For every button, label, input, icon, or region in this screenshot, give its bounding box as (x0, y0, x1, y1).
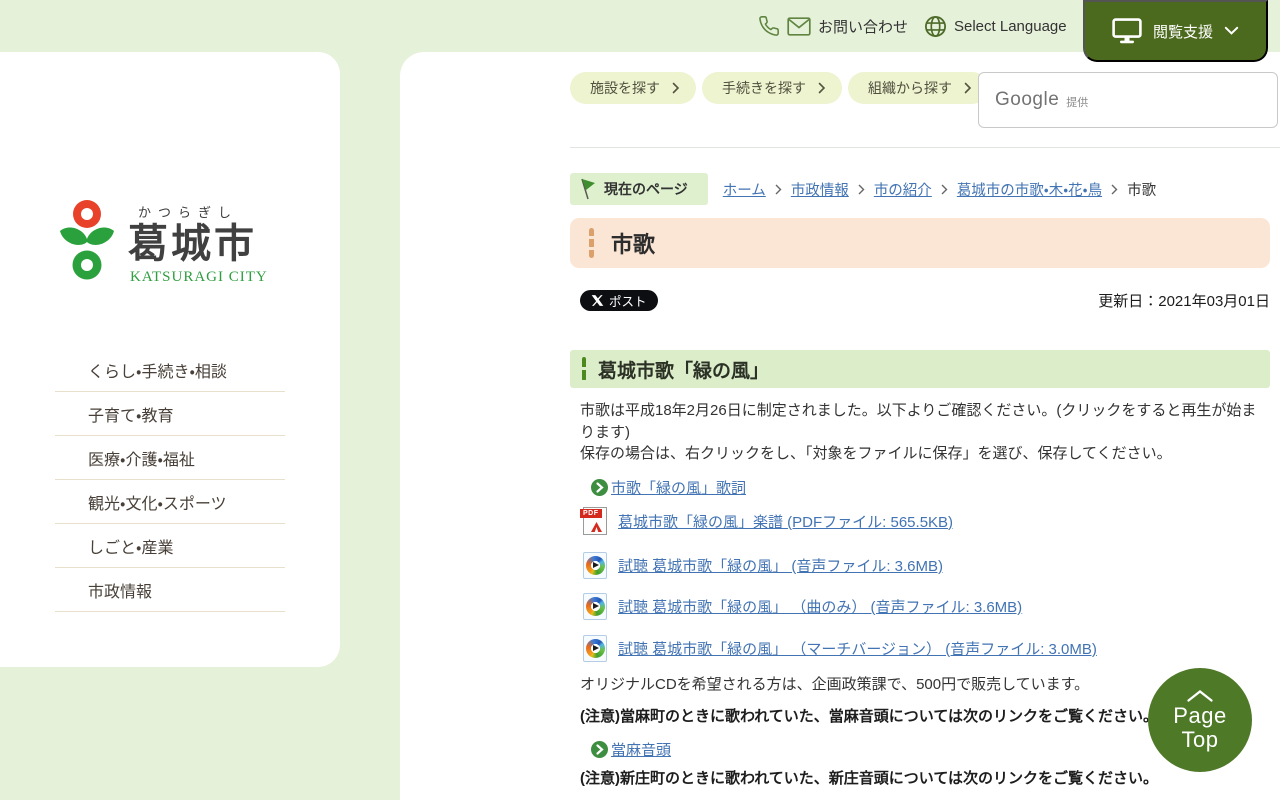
chevron-down-icon (1224, 26, 1239, 35)
arrow-circle-icon (591, 479, 608, 496)
link-audio-full[interactable]: 試聴 葛城市歌「緑の風」 (音声ファイル: 3.6MB) (618, 555, 943, 576)
support-label: 閲覧支援 (1152, 23, 1213, 41)
chevron-up-icon (1187, 690, 1213, 702)
sidebar: かつらぎし 葛城市 KATSURAGI CITY くらし・手続き・相談 子育て・… (0, 52, 340, 667)
page-title: 市歌 (611, 232, 656, 257)
list-item: 試聴 葛城市歌「緑の風」 （曲のみ） (音声ファイル: 3.6MB) (583, 593, 1022, 620)
page-title-bar: 市歌 (570, 218, 1270, 268)
chevron-right-icon (941, 184, 948, 194)
meta-row: ポスト 更新日：2021年03月01日 (580, 289, 1270, 311)
contact-link[interactable]: お問い合わせ (758, 12, 908, 40)
page-top-label-2: Top (1181, 727, 1219, 752)
arrow-circle-icon (591, 741, 608, 758)
quicknav-organization-button[interactable]: 組織から探す (848, 72, 988, 104)
city-logo[interactable]: かつらぎし 葛城市 KATSURAGI CITY (56, 198, 268, 287)
sidebar-item-shisei[interactable]: 市政情報 (55, 568, 285, 612)
city-name-furigana: かつらぎし (138, 205, 239, 220)
phone-icon (759, 16, 779, 36)
chevron-right-icon (818, 82, 826, 94)
link-taima-ondo[interactable]: 當麻音頭 (611, 739, 671, 760)
link-lyrics[interactable]: 市歌「緑の風」歌詞 (611, 477, 746, 498)
breadcrumb-link-shika-ki-hana-tori[interactable]: 葛城市の市歌・木・花・鳥 (957, 179, 1102, 200)
pdf-file-icon: PDF (580, 507, 607, 535)
chevron-right-icon (964, 82, 972, 94)
quicknav-facilities-label: 施設を探す (590, 80, 660, 96)
chevron-right-icon (858, 184, 865, 194)
updated-date: 更新日：2021年03月01日 (1098, 292, 1270, 310)
sidebar-menu: くらし・手続き・相談 子育て・教育 医療・介護・福祉 観光・文化・スポーツ しご… (55, 348, 285, 612)
sidebar-item-kurashi[interactable]: くらし・手続き・相談 (55, 348, 285, 392)
site-search: Google 提供 (978, 72, 1278, 128)
list-item: PDF 葛城市歌「緑の風」楽譜 (PDFファイル: 565.5KB) (580, 507, 953, 535)
search-input[interactable] (979, 73, 1277, 127)
current-page-label: 現在のページ (604, 181, 688, 197)
intro-text: 市歌は平成18年2月26日に制定されました。以下よりご確認ください。(クリックを… (580, 400, 1260, 465)
monitor-icon (1112, 18, 1142, 44)
list-item: 當麻音頭 (591, 739, 671, 760)
section-heading-bar: 葛城市歌「緑の風」 (570, 350, 1270, 388)
chevron-right-icon (1111, 184, 1118, 194)
link-audio-march[interactable]: 試聴 葛城市歌「緑の風」 （マーチバージョン） (音声ファイル: 3.0MB) (618, 638, 1097, 659)
quick-nav: 施設を探す 手続きを探す 組織から探す (570, 72, 988, 104)
sidebar-item-kosodate[interactable]: 子育て・教育 (55, 392, 285, 436)
link-audio-instrumental[interactable]: 試聴 葛城市歌「緑の風」 （曲のみ） (音声ファイル: 3.6MB) (618, 596, 1022, 617)
breadcrumb-link-home[interactable]: ホーム (723, 179, 766, 200)
x-logo-icon (591, 294, 604, 306)
main-content: 施設を探す 手続きを探す 組織から探す Google 提供 現在のページ ホーム… (400, 52, 1280, 800)
breadcrumb: 現在のページ ホーム 市政情報 市の紹介 葛城市の市歌・木・花・鳥 市歌 (570, 173, 1156, 205)
breadcrumb-link-shi-no-shokai[interactable]: 市の紹介 (874, 179, 932, 200)
page-root: かつらぎし 葛城市 KATSURAGI CITY くらし・手続き・相談 子育て・… (0, 0, 1280, 800)
accessibility-support-button[interactable]: 閲覧支援 (1083, 0, 1268, 62)
list-item: 試聴 葛城市歌「緑の風」 (音声ファイル: 3.6MB) (583, 552, 943, 579)
city-name: 葛城市 (128, 222, 257, 266)
breadcrumb-trail: ホーム 市政情報 市の紹介 葛城市の市歌・木・花・鳥 市歌 (723, 179, 1156, 200)
select-language-link[interactable]: Select Language (924, 12, 1067, 40)
flag-icon (581, 178, 595, 200)
audio-file-icon (583, 593, 607, 620)
page-top-button[interactable]: Page Top (1148, 668, 1252, 772)
sidebar-item-kanko[interactable]: 観光・文化・スポーツ (55, 480, 285, 524)
page-top-label-1: Page (1173, 703, 1227, 728)
city-logo-mark-icon (56, 198, 118, 287)
list-item: 市歌「緑の風」歌詞 (591, 477, 746, 498)
quicknav-procedures-label: 手続きを探す (722, 80, 806, 96)
breadcrumb-current: 市歌 (1127, 182, 1157, 199)
quicknav-procedures-button[interactable]: 手続きを探す (702, 72, 842, 104)
select-language-label: Select Language (954, 17, 1067, 35)
globe-icon (925, 15, 946, 37)
city-logo-text: かつらぎし 葛城市 KATSURAGI CITY (128, 198, 268, 287)
header-divider (570, 147, 1280, 148)
audio-file-icon (583, 635, 607, 662)
chevron-right-icon (672, 82, 680, 94)
chevron-right-icon (775, 184, 782, 194)
link-score-pdf[interactable]: 葛城市歌「緑の風」楽譜 (PDFファイル: 565.5KB) (618, 511, 953, 532)
quicknav-facilities-button[interactable]: 施設を探す (570, 72, 696, 104)
mail-icon (787, 16, 811, 36)
city-name-en: KATSURAGI CITY (130, 269, 268, 285)
list-item: 試聴 葛城市歌「緑の風」 （マーチバージョン） (音声ファイル: 3.0MB) (583, 635, 1097, 662)
x-post-label: ポスト (609, 294, 647, 309)
intro-paragraph-2: 保存の場合は、右クリックをし、「対象をファイルに保存」を選び、保存してください。 (580, 445, 1172, 462)
section-heading: 葛城市歌「緑の風」 (598, 360, 770, 382)
sidebar-item-shigoto[interactable]: しごと・産業 (55, 524, 285, 568)
title-accent-bar (589, 228, 594, 258)
x-post-button[interactable]: ポスト (580, 289, 658, 311)
current-page-badge: 現在のページ (570, 173, 708, 205)
shinjo-note: (注意)新庄町のときに歌われていた、新庄音頭については次のリンクをご覧ください。 (580, 770, 1159, 787)
quicknav-organization-label: 組織から探す (868, 80, 952, 96)
audio-file-icon (583, 552, 607, 579)
sidebar-item-iryo[interactable]: 医療・介護・福祉 (55, 436, 285, 480)
intro-paragraph-1: 市歌は平成18年2月26日に制定されました。以下よりご確認ください。(クリックを… (580, 402, 1257, 441)
section-accent-bar (582, 357, 586, 381)
breadcrumb-link-shisei-joho[interactable]: 市政情報 (791, 179, 849, 200)
contact-label: お問い合わせ (818, 18, 909, 36)
